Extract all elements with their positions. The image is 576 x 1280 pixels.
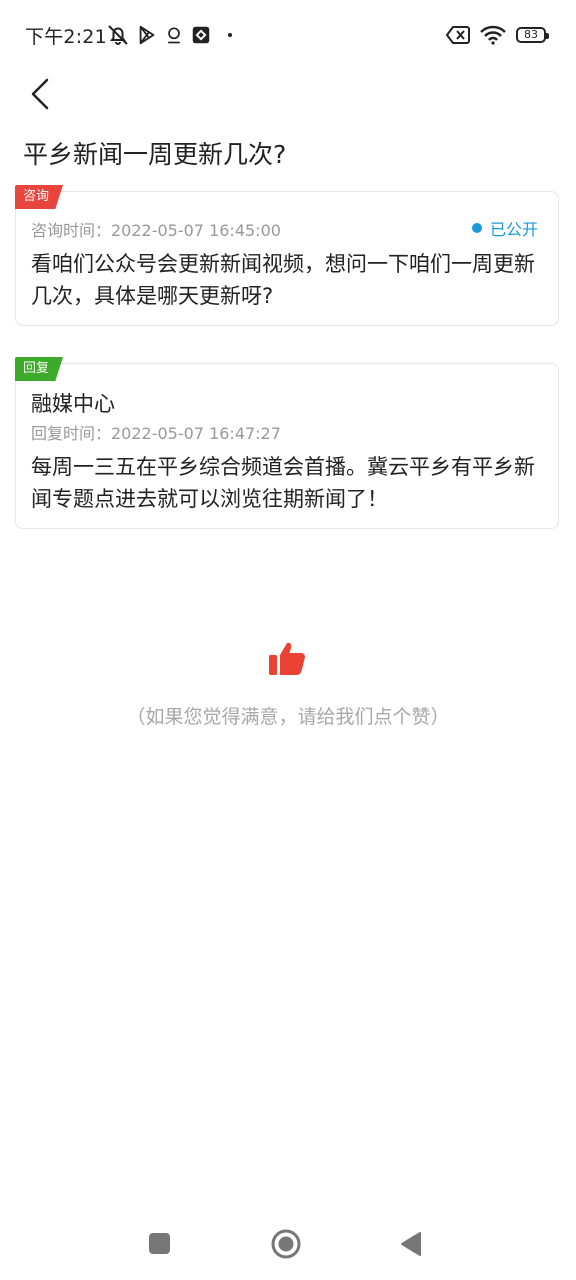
reply-tag: 回复: [15, 357, 64, 381]
status-dot-icon: [471, 223, 482, 233]
status-bar: 下午2:21 83: [0, 0, 576, 70]
wifi-icon: [480, 25, 506, 45]
status-notification-icons: [106, 22, 232, 48]
nav-back-button[interactable]: [400, 1231, 422, 1257]
muted-bell-icon: [108, 25, 128, 45]
no-sim-icon: [446, 26, 470, 44]
thumbs-up-icon: [269, 642, 305, 675]
reply-content: 每周一三五在平乡综合频道会首播。冀云平乡有平乡新闻专题点进去就可以浏览往期新闻了…: [31, 455, 535, 511]
more-notifications-dot: [228, 33, 232, 37]
home-button[interactable]: [271, 1229, 301, 1259]
back-button[interactable]: [22, 74, 58, 114]
battery-indicator: 83: [516, 27, 549, 43]
reply-card: 回复 融媒中心 回复时间：2022-05-07 16:47:27 每周一三五在平…: [15, 357, 559, 529]
location-pin-icon: [168, 27, 180, 44]
reply-author: 融媒中心: [31, 392, 115, 416]
status-system-icons: 83: [446, 22, 549, 48]
reply-time: 回复时间：2022-05-07 16:47:27: [31, 424, 281, 443]
status-time: 下午2:21: [25, 26, 107, 48]
play-store-icon: [139, 25, 155, 45]
question-content: 看咱们公众号会更新新闻视频，想问一下咱们一周更新几次，具体是哪天更新呀?: [31, 252, 535, 308]
like-button[interactable]: [267, 639, 307, 679]
recent-apps-button[interactable]: [149, 1233, 170, 1254]
page-title: 平乡新闻一周更新几次?: [23, 140, 287, 169]
chevron-left-icon: [31, 78, 49, 110]
screen: 下午2:21 83 平乡新闻一周更新几次? 咨询 咨询时间：2022-05-07…: [0, 0, 576, 1280]
question-card: 咨询 咨询时间：2022-05-07 16:45:00 已公开 看咱们公众号会更…: [15, 185, 559, 326]
question-tag: 咨询: [15, 185, 64, 209]
public-status-label: 已公开: [489, 220, 538, 239]
app-diamond-icon: [192, 26, 210, 44]
question-time: 咨询时间：2022-05-07 16:45:00: [31, 221, 281, 240]
like-hint-text: （如果您觉得满意，请给我们点个赞）: [126, 706, 450, 728]
public-status-badge: 已公开: [471, 216, 538, 240]
